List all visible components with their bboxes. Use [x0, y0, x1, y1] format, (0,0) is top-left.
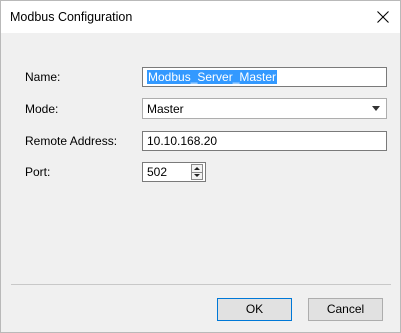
- name-input-value: Modbus_Server_Master: [147, 70, 278, 84]
- arrow-down-icon: [194, 174, 200, 177]
- name-label: Name:: [25, 70, 61, 84]
- remote-address-input[interactable]: 10.10.168.20: [142, 131, 387, 151]
- close-button[interactable]: [372, 7, 394, 29]
- ok-button[interactable]: OK: [217, 298, 292, 321]
- dialog-window: Modbus Configuration Name: Modbus_Server…: [0, 0, 401, 333]
- close-icon: [377, 11, 389, 23]
- title-bar: Modbus Configuration: [1, 1, 400, 33]
- mode-label: Mode:: [25, 102, 59, 116]
- port-stepper[interactable]: 502: [142, 162, 206, 182]
- cancel-button[interactable]: Cancel: [308, 298, 383, 321]
- chevron-down-icon: [372, 106, 380, 111]
- port-label: Port:: [25, 165, 51, 179]
- port-spin-buttons: [191, 164, 203, 180]
- remote-address-label: Remote Address:: [25, 134, 118, 148]
- dialog-title: Modbus Configuration: [10, 10, 133, 24]
- arrow-up-icon: [194, 167, 200, 170]
- port-decrement-button[interactable]: [192, 172, 202, 179]
- name-input[interactable]: Modbus_Server_Master: [142, 67, 387, 87]
- mode-select-value: Master: [147, 102, 184, 116]
- port-value: 502: [147, 165, 168, 179]
- remote-address-value: 10.10.168.20: [147, 134, 218, 148]
- footer-divider: [11, 284, 391, 285]
- mode-select[interactable]: Master: [142, 98, 387, 119]
